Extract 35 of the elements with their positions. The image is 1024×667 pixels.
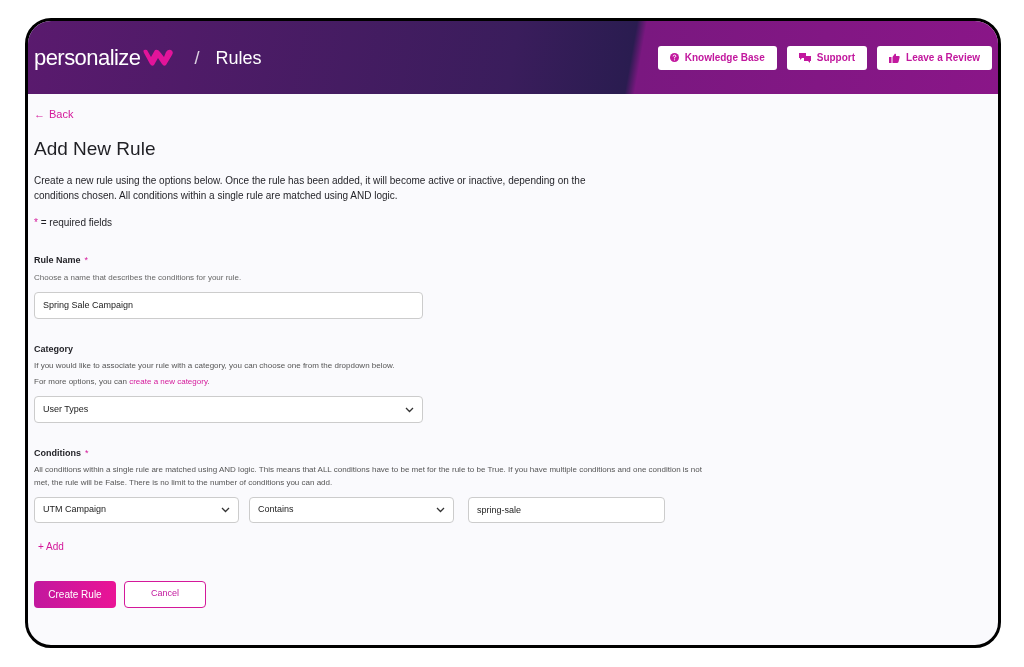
back-link[interactable]: ← Back	[34, 106, 74, 123]
header-button[interactable]: Leave a Review	[877, 45, 992, 70]
field-hint: For more options, you can create a new category.	[34, 376, 211, 388]
help-icon	[669, 53, 679, 62]
required-mark: *	[84, 254, 89, 267]
field-label: Conditions	[34, 447, 81, 460]
intro-text: Create a new rule using the options below. Once the rule has been added, it will become active or inactive, depending on the conditions chosen. All conditions within a single rule are matched using AND logic.	[34, 174, 587, 203]
cancel-button[interactable]: Cancel	[124, 580, 206, 608]
field-hint: If you would like to associate your rule with a category, you can choose one from the dropdown below.	[34, 360, 396, 372]
condition-value-input[interactable]: spring-sale	[468, 496, 665, 523]
header-button[interactable]: Support	[786, 45, 868, 70]
page-title: Rules	[215, 46, 262, 70]
breadcrumb-separator: /	[194, 46, 200, 70]
condition-select[interactable]: Contains	[249, 496, 454, 523]
thumbs-up-icon	[889, 52, 901, 63]
header-button[interactable]: Knowledge Base	[657, 45, 777, 70]
page-heading: Add New Rule	[34, 136, 157, 161]
rule-name-input[interactable]: Spring Sale Campaign	[34, 291, 423, 319]
chevron-icon	[436, 506, 445, 513]
condition-select[interactable]: UTM Campaign	[34, 496, 239, 523]
required-mark: *	[85, 447, 89, 460]
category-select[interactable]: User Types	[34, 396, 423, 423]
logo-icon	[142, 48, 175, 67]
chat-icon	[798, 52, 811, 63]
field-label: Category	[34, 342, 74, 356]
chevron-icon	[221, 506, 230, 513]
field-hint: Choose a name that describes the conditions for your rule.	[34, 271, 243, 284]
add-condition-link[interactable]: + Add	[38, 538, 64, 554]
logo-text: personalize	[34, 44, 141, 72]
create-rule-button[interactable]: Create Rule	[34, 580, 116, 608]
chevron-icon	[405, 406, 414, 413]
field-hint: All conditions within a single rule are matched using AND logic. This means that ALL conditions have to be met for the rule to be True. If you have multiple conditions and one condition is not met, the rule will be False. There is no limit to the number of conditions you can add.	[34, 463, 703, 489]
field-label: Rule Name	[34, 254, 81, 267]
required-legend: = required fields	[40, 217, 113, 228]
required-mark: *	[34, 217, 38, 228]
